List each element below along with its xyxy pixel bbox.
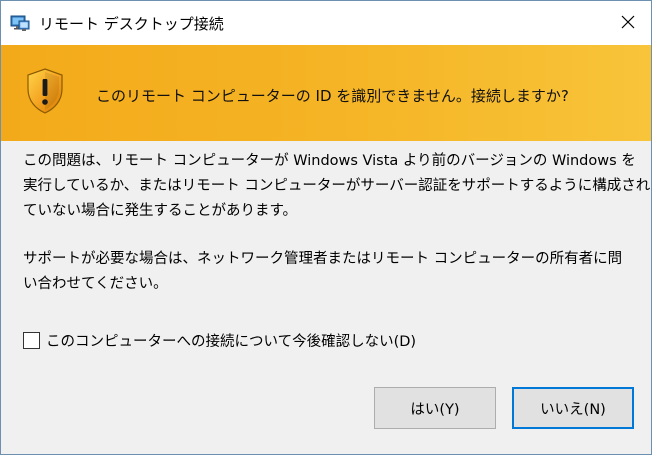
dont-ask-again-label[interactable]: このコンピューターへの接続について今後確認しない(D) <box>46 330 416 351</box>
paragraph-1-line: ていない場合に発生することがあります。 <box>23 203 298 219</box>
close-icon <box>621 14 635 33</box>
dont-ask-again-row[interactable]: このコンピューターへの接続について今後確認しない(D) <box>23 330 416 350</box>
rdp-dialog-window: リモート デスクトップ接続 このリモート コンピューターの ID を識別できませ… <box>0 0 652 455</box>
banner-message: このリモート コンピューターの ID を識別できません。接続しますか? <box>96 87 569 105</box>
info-paragraph-1: この問題は、リモート コンピューターが Windows Vista より前のバー… <box>23 149 651 224</box>
title-bar: リモート デスクトップ接続 <box>1 1 651 45</box>
paragraph-1-line: この問題は、リモート コンピューターが Windows Vista より前のバー… <box>23 153 636 169</box>
paragraph-2-line: い合わせてください。 <box>23 276 168 292</box>
warning-banner: このリモート コンピューターの ID を識別できません。接続しますか? <box>1 45 651 141</box>
warning-shield-icon <box>25 67 65 115</box>
paragraph-1-line: 実行しているか、またはリモート コンピューターがサーバー認証をサポートするように… <box>23 178 651 194</box>
close-button[interactable] <box>605 1 651 45</box>
remote-desktop-icon <box>10 13 30 33</box>
paragraph-2-line: サポートが必要な場合は、ネットワーク管理者またはリモート コンピューターの所有者… <box>23 251 623 267</box>
no-button[interactable]: いいえ(N) <box>512 387 634 429</box>
info-paragraph-2: サポートが必要な場合は、ネットワーク管理者またはリモート コンピューターの所有者… <box>23 247 643 297</box>
dont-ask-again-checkbox[interactable] <box>23 331 40 349</box>
window-title: リモート デスクトップ接続 <box>39 15 224 33</box>
yes-button[interactable]: はい(Y) <box>374 387 496 429</box>
